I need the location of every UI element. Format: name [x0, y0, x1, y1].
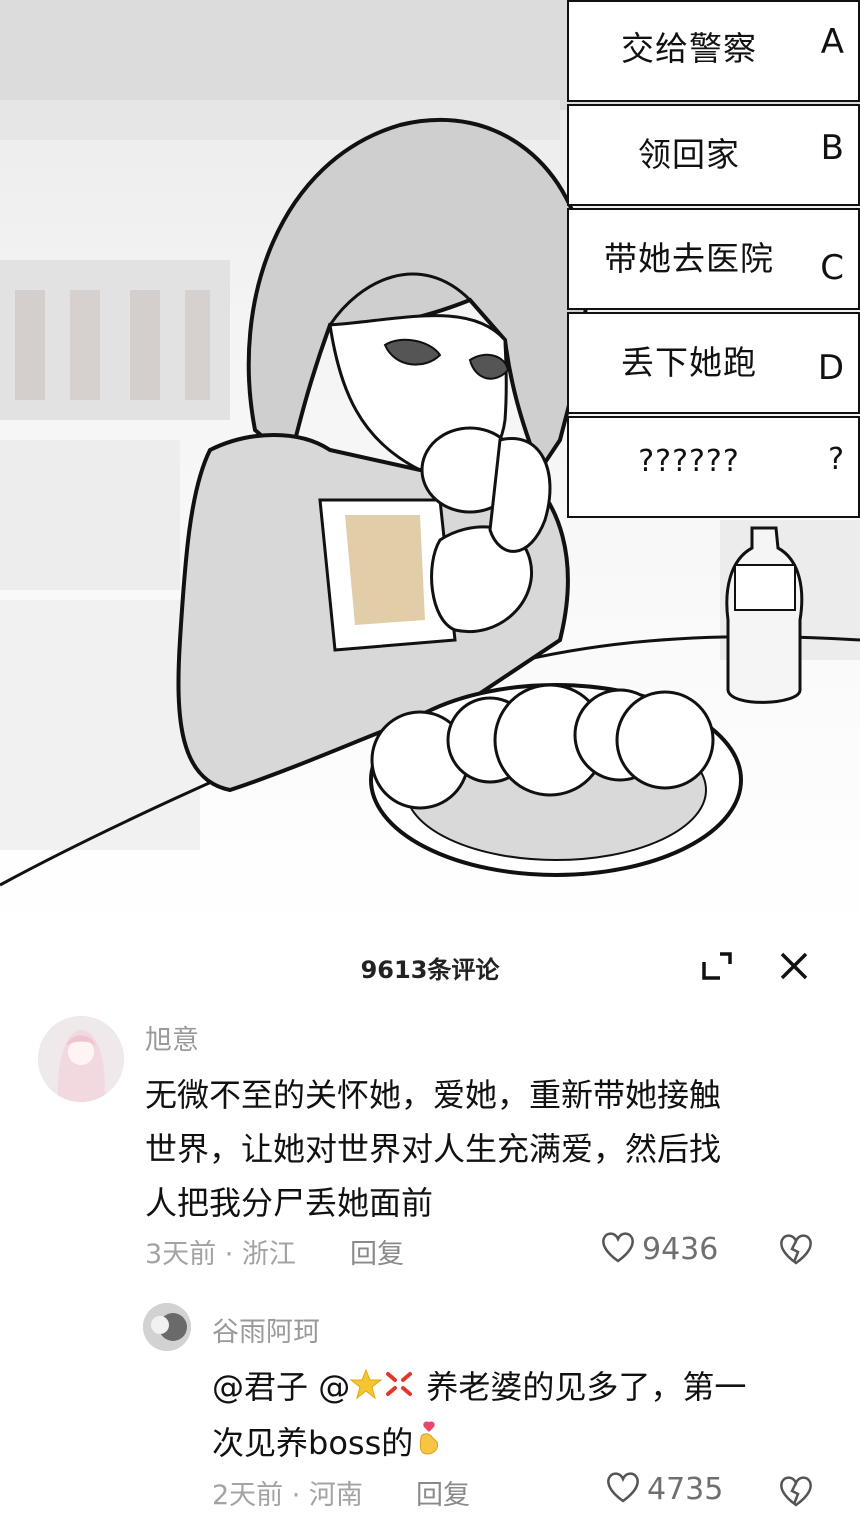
- option-d-label: 丢下她跑: [621, 343, 757, 382]
- comment-text-line: 次见养boss的: [212, 1416, 842, 1472]
- broken-heart-icon[interactable]: [778, 1474, 814, 1512]
- reply-button[interactable]: 回复: [350, 1232, 404, 1271]
- comment-username[interactable]: 谷雨阿珂: [212, 1310, 320, 1349]
- option-unknown-letter: ?: [828, 442, 844, 477]
- like-count: 9436: [642, 1231, 719, 1267]
- option-b-letter: B: [820, 128, 844, 168]
- option-a-letter: A: [820, 22, 844, 62]
- star-emoji: [349, 1362, 383, 1416]
- option-c-label: 带她去医院: [604, 239, 774, 278]
- comment-meta: 2天前 · 河南: [212, 1480, 363, 1511]
- option-unknown-label: ??????: [638, 444, 740, 479]
- avatar[interactable]: [38, 1016, 124, 1102]
- comment-text-line: 无微不至的关怀她，爱她，重新带她接触: [145, 1076, 722, 1114]
- comment-text: 无微不至的关怀她，爱她，重新带她接触 世界，让她对世界对人生充满爱，然后找 人把…: [145, 1068, 721, 1230]
- expand-icon[interactable]: [698, 948, 734, 984]
- comment-meta: 3天前 · 浙江: [145, 1239, 296, 1270]
- mention[interactable]: @: [318, 1368, 350, 1406]
- like-button[interactable]: 9436: [600, 1230, 718, 1268]
- like-count: 4735: [647, 1471, 724, 1507]
- option-d[interactable]: 丢下她跑 D: [567, 312, 860, 414]
- option-c-letter: C: [820, 248, 844, 288]
- comment-text-segment: 养老婆的见多了，第一: [426, 1368, 747, 1406]
- heart-icon: [600, 1230, 636, 1268]
- avatar[interactable]: [143, 1303, 191, 1351]
- option-a[interactable]: 交给警察 A: [567, 0, 860, 102]
- comment-item: 谷雨阿珂 @君子 @ 养老婆的见多了，第一 次见养boss的 2天前 · 河南 …: [0, 1298, 860, 1535]
- comment-text-line: @君子 @ 养老婆的见多了，第一: [212, 1360, 842, 1416]
- option-b[interactable]: 领回家 B: [567, 104, 860, 206]
- option-c[interactable]: 带她去医院 C: [567, 208, 860, 310]
- close-icon[interactable]: [776, 948, 812, 984]
- finger-heart-emoji: [413, 1418, 445, 1472]
- option-unknown[interactable]: ?????? ?: [567, 416, 860, 518]
- comment-text-line: 世界，让她对世界对人生充满爱，然后找: [145, 1130, 722, 1168]
- reply-button[interactable]: 回复: [416, 1473, 470, 1512]
- comment-text: @君子 @ 养老婆的见多了，第一 次见养boss的: [212, 1360, 842, 1472]
- heart-icon: [605, 1470, 641, 1508]
- option-d-letter: D: [817, 348, 844, 388]
- broken-heart-icon[interactable]: [778, 1232, 814, 1270]
- comment-username[interactable]: 旭意: [145, 1018, 199, 1057]
- anger-emoji: [382, 1362, 416, 1416]
- comment-item: 旭意 无微不至的关怀她，爱她，重新带她接触 世界，让她对世界对人生充满爱，然后找…: [0, 1010, 860, 1290]
- option-a-label: 交给警察: [621, 29, 757, 68]
- comment-text-line: 人把我分尸丢她面前: [145, 1184, 434, 1222]
- comment-text-segment: 次见养boss的: [212, 1424, 414, 1462]
- option-b-label: 领回家: [638, 135, 740, 174]
- like-button[interactable]: 4735: [605, 1470, 723, 1508]
- mention[interactable]: @君子: [212, 1368, 308, 1406]
- comments-sheet: 9613条评论 旭意 无微不至的关怀她，爱她，重新带她接触 世界，让她对世界对人…: [0, 930, 860, 1535]
